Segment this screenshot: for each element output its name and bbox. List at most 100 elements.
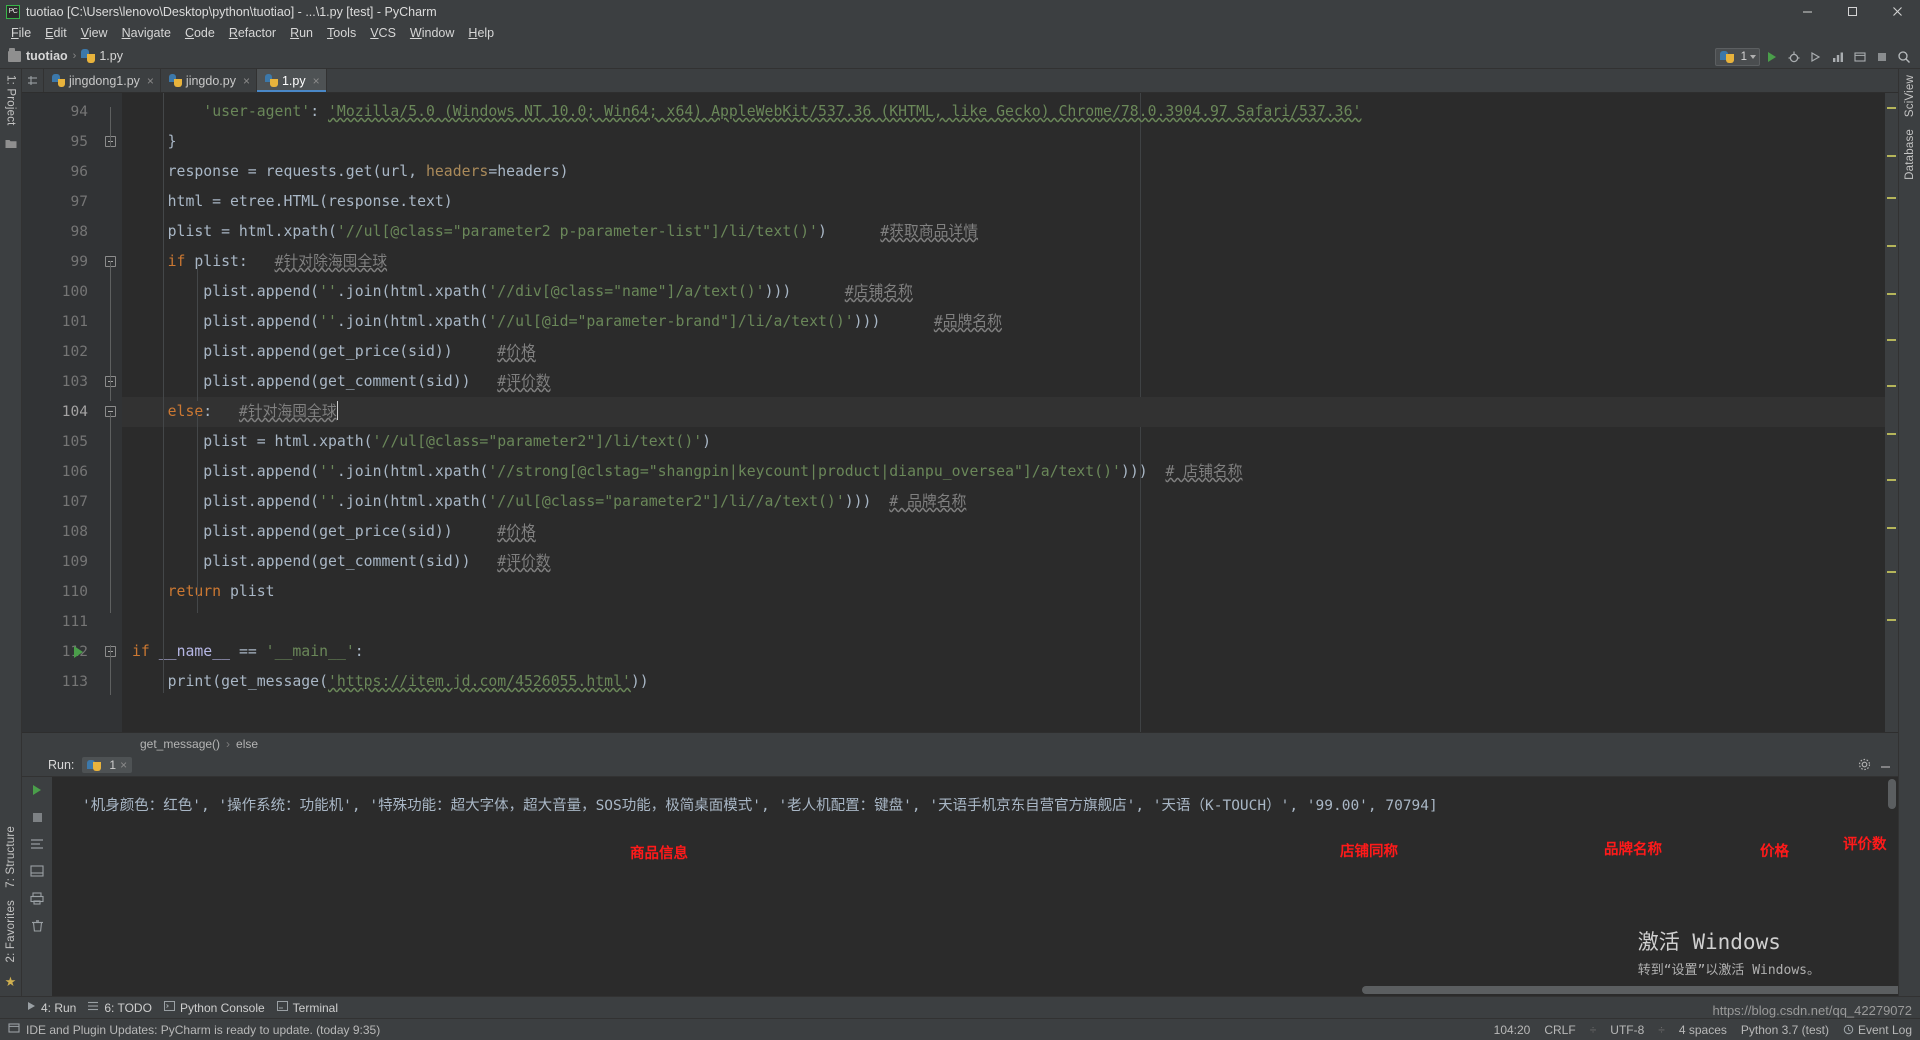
annotation-label: 价格 (1760, 844, 1789, 860)
close-icon[interactable]: × (243, 74, 250, 88)
console-output[interactable]: '机身颜色：红色', '操作系统：功能机', '特殊功能：超大字体，超大音量，S… (52, 777, 1898, 996)
code-line[interactable]: plist.append(get_comment(sid)) #评价数 (122, 367, 1885, 397)
play-icon (1768, 51, 1776, 62)
bottom-tab-4-run[interactable]: 4: Run (26, 1001, 88, 1015)
line-separator[interactable]: CRLF (1544, 1023, 1575, 1037)
print-icon[interactable] (28, 889, 46, 907)
run-button[interactable] (1762, 47, 1782, 67)
code-line[interactable]: plist.append(get_comment(sid)) #评价数 (122, 547, 1885, 577)
fold-row (100, 367, 122, 397)
code-breadcrumb-func[interactable]: get_message() (140, 737, 220, 751)
sidebar-item-database[interactable]: Database (1904, 123, 1916, 186)
minimize-panel-icon[interactable] (1879, 758, 1892, 774)
code-line[interactable]: plist = html.xpath('//ul[@class="paramet… (122, 427, 1885, 457)
folder-strip-icon[interactable] (5, 138, 17, 152)
debug-button[interactable] (1784, 47, 1804, 67)
menu-run[interactable]: Run (283, 23, 320, 44)
notification-icon[interactable] (8, 1022, 20, 1037)
code-content[interactable]: 'user-agent': 'Mozilla/5.0 (Windows NT 1… (122, 93, 1885, 732)
code-line[interactable]: plist.append(get_price(sid)) #价格 (122, 517, 1885, 547)
menu-help[interactable]: Help (461, 23, 501, 44)
code-line[interactable]: plist.append(''.join(html.xpath('//ul[@i… (122, 307, 1885, 337)
code-line[interactable]: plist.append(get_price(sid)) #价格 (122, 337, 1885, 367)
close-icon[interactable]: × (120, 758, 127, 772)
code-line[interactable]: else: #针对海囤全球 (122, 397, 1885, 427)
menu-vcs[interactable]: VCS (363, 23, 403, 44)
menu-view[interactable]: View (74, 23, 115, 44)
code-line[interactable]: plist.append(''.join(html.xpath('//div[@… (122, 277, 1885, 307)
rerun-icon[interactable] (28, 781, 46, 799)
gear-icon[interactable] (1858, 758, 1871, 774)
menu-code[interactable]: Code (178, 23, 222, 44)
wrap-text-icon[interactable] (28, 835, 46, 853)
star-icon[interactable]: ★ (5, 974, 17, 990)
run-configuration-selector[interactable]: 1 (1714, 47, 1760, 66)
editor-tab-jingdo-py[interactable]: jingdo.py × (161, 69, 257, 92)
play-icon (26, 1001, 36, 1014)
line-number: 103 (61, 374, 88, 390)
console-horizontal-scrollbar[interactable] (1362, 986, 1898, 994)
menu-edit[interactable]: Edit (38, 23, 74, 44)
code-line[interactable]: if plist: #针对除海囤全球 (122, 247, 1885, 277)
folder-icon (8, 47, 21, 62)
code-line[interactable]: plist.append(''.join(html.xpath('//stron… (122, 457, 1885, 487)
menu-file[interactable]: File (4, 23, 38, 44)
bottom-tab-terminal[interactable]: Terminal (276, 1001, 350, 1015)
menu-tools[interactable]: Tools (320, 23, 363, 44)
code-folding-column[interactable] (100, 93, 122, 732)
indent-setting[interactable]: 4 spaces (1679, 1023, 1727, 1037)
editor-tab-jingdong1-py[interactable]: jingdong1.py × (44, 69, 161, 92)
clear-all-icon[interactable] (28, 916, 46, 934)
code-line[interactable]: } (122, 127, 1885, 157)
code-line[interactable]: print(get_message('https://item.jd.com/4… (122, 667, 1885, 697)
python-interpreter[interactable]: Python 3.7 (test) (1741, 1023, 1829, 1037)
sidebar-item-structure[interactable]: 7: Structure (5, 820, 17, 894)
stop-icon[interactable] (28, 808, 46, 826)
scroll-to-end-icon[interactable] (28, 862, 46, 880)
menu-refactor[interactable]: Refactor (222, 23, 283, 44)
bottom-tab-label: Python Console (179, 1000, 265, 1015)
code-line[interactable]: 'user-agent': 'Mozilla/5.0 (Windows NT 1… (122, 97, 1885, 127)
code-line[interactable]: if __name__ == '__main__': (122, 637, 1885, 667)
maximize-button[interactable] (1830, 0, 1875, 23)
code-breadcrumb-scope[interactable]: else (236, 737, 258, 751)
bottom-tab-python-console[interactable]: Python Console (163, 1000, 277, 1015)
pin-tab-icon[interactable] (22, 69, 44, 92)
title-bar: PC tuotiao [C:\Users\lenovo\Desktop\pyth… (0, 0, 1920, 23)
close-icon[interactable]: × (313, 74, 320, 88)
sidebar-item-favorites[interactable]: 2: Favorites (5, 894, 17, 968)
close-button[interactable] (1875, 0, 1920, 23)
code-line[interactable]: html = etree.HTML(response.text) (122, 187, 1885, 217)
code-line[interactable]: response = requests.get(url, headers=hea… (122, 157, 1885, 187)
profile-button[interactable] (1828, 47, 1848, 67)
file-encoding[interactable]: UTF-8 (1610, 1023, 1644, 1037)
run-session-tab[interactable]: 1 × (82, 757, 133, 773)
search-icon[interactable] (1894, 47, 1914, 67)
run-gutter-icon[interactable] (74, 646, 83, 658)
code-line[interactable]: plist = html.xpath('//ul[@class="paramet… (122, 217, 1885, 247)
close-icon[interactable]: × (147, 74, 154, 88)
minimize-button[interactable] (1785, 0, 1830, 23)
run-coverage-button[interactable] (1806, 47, 1826, 67)
python-file-icon (264, 74, 278, 87)
breadcrumb-project[interactable]: tuotiao (26, 49, 68, 63)
event-log-button[interactable]: Event Log (1843, 1023, 1912, 1037)
code-editor[interactable]: 94 95 96 97 98 99 100 101 102 103 104 105 106 107 108 1… (22, 93, 1898, 732)
stop-button[interactable] (1872, 47, 1892, 67)
fold-connector (110, 413, 111, 613)
sidebar-item-project[interactable]: 1: Project (5, 69, 17, 132)
attach-debugger-button[interactable] (1850, 47, 1870, 67)
caret-position[interactable]: 104:20 (1494, 1023, 1531, 1037)
breadcrumb-file[interactable]: 1.py (99, 49, 123, 63)
error-marker-bar[interactable] (1885, 93, 1898, 732)
console-vertical-scrollbar[interactable] (1888, 779, 1896, 809)
menu-window[interactable]: Window (403, 23, 461, 44)
code-line[interactable] (122, 607, 1885, 637)
bottom-tab-6-todo[interactable]: 6: TODO (88, 1001, 164, 1015)
code-line[interactable]: plist.append(''.join(html.xpath('//ul[@c… (122, 487, 1885, 517)
line-number: 101 (61, 314, 88, 330)
editor-tab-1-py[interactable]: 1.py × (256, 69, 327, 92)
code-line[interactable]: return plist (122, 577, 1885, 607)
sidebar-item-sciview[interactable]: SciView (1904, 69, 1916, 123)
menu-navigate[interactable]: Navigate (115, 23, 178, 44)
